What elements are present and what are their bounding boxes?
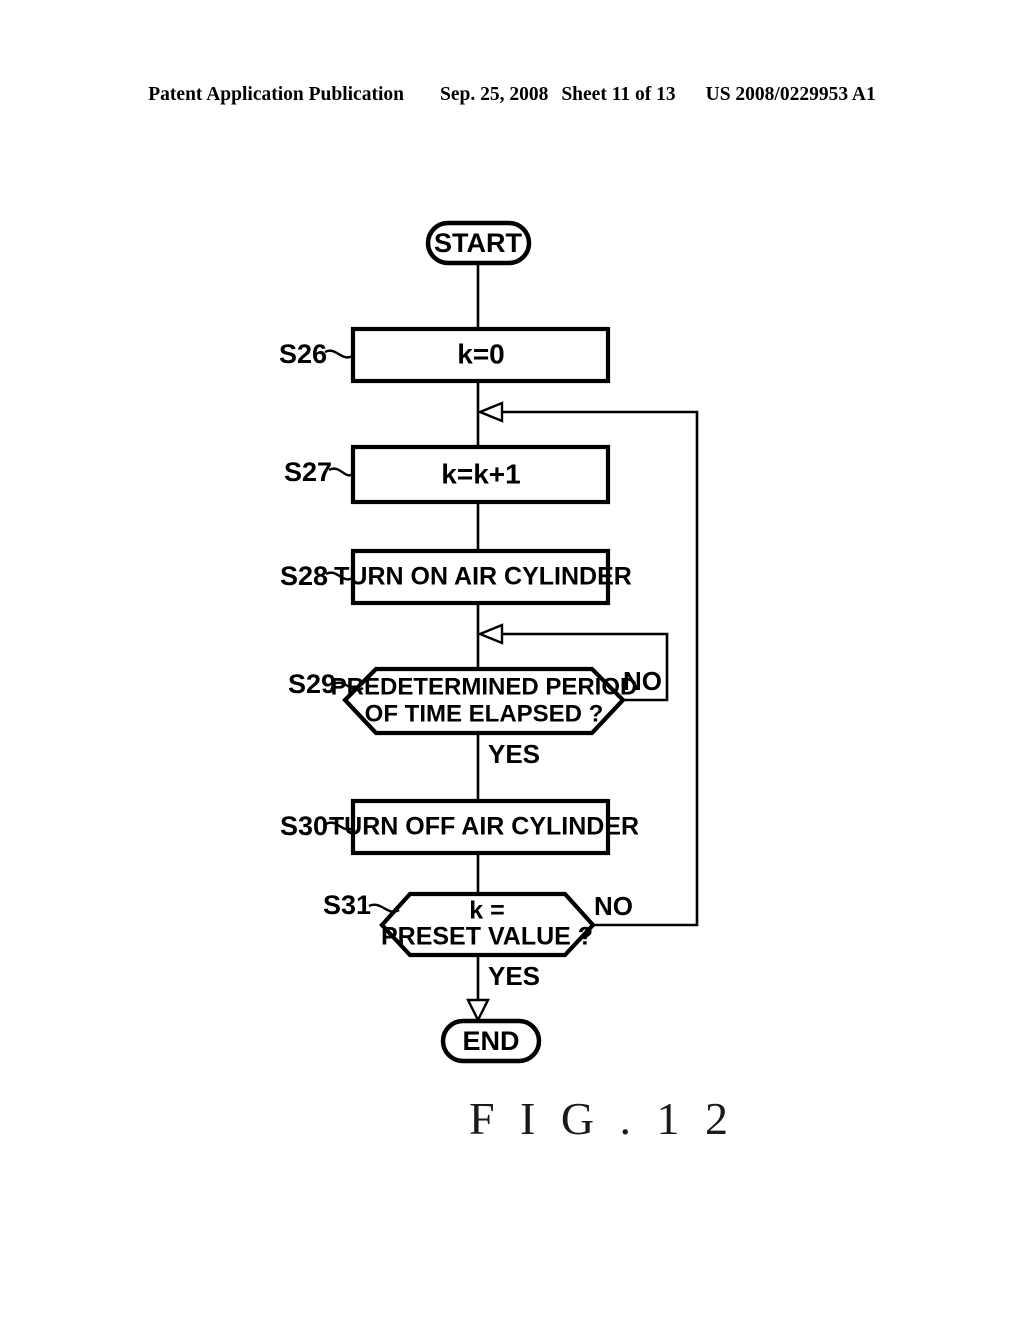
decision-s31-text-line1: k = [469, 897, 504, 925]
figure-caption-text: F I G . 1 2 [468, 1093, 736, 1144]
step-tag-s27: S27 [284, 457, 332, 487]
terminal-start-label: START [434, 228, 522, 258]
branch-label-s29-yes: YES [488, 739, 540, 769]
arrowhead-s31-no-loop [476, 401, 504, 423]
branch-label-s29-no: NO [623, 666, 662, 696]
leader-line-s26 [324, 349, 354, 359]
arrowhead-into-end [466, 998, 490, 1023]
step-tag-s30: S30 [280, 811, 328, 841]
step-tag-s29: S29 [288, 669, 336, 699]
patent-figure-page: Patent Application Publication Sep. 25, 2… [0, 0, 1024, 1320]
step-tag-s31: S31 [323, 890, 371, 920]
decision-s29-text-line1: PREDETERMINED PERIOD [331, 673, 638, 700]
process-s28-text: TURN ON AIR CYLINDER [334, 563, 632, 591]
process-s26-text: k=0 [457, 338, 505, 369]
process-s27-text: k=k+1 [441, 458, 520, 489]
step-tag-s26: S26 [279, 339, 327, 369]
decision-s31-text-line2: PRESET VALUE ? [381, 923, 593, 951]
decision-s29-text-line2: OF TIME ELAPSED ? [365, 700, 604, 727]
terminal-end-label: END [462, 1026, 519, 1056]
step-tag-s28: S28 [280, 561, 328, 591]
branch-label-s31-no: NO [594, 891, 633, 921]
branch-label-s31-yes: YES [488, 961, 540, 991]
figure-caption: F I G . 1 2 [0, 1092, 1024, 1145]
arrowhead-s29-no-loop [476, 623, 504, 645]
process-s30-text: TURN OFF AIR CYLINDER [329, 813, 639, 841]
leader-line-s27 [328, 467, 354, 477]
